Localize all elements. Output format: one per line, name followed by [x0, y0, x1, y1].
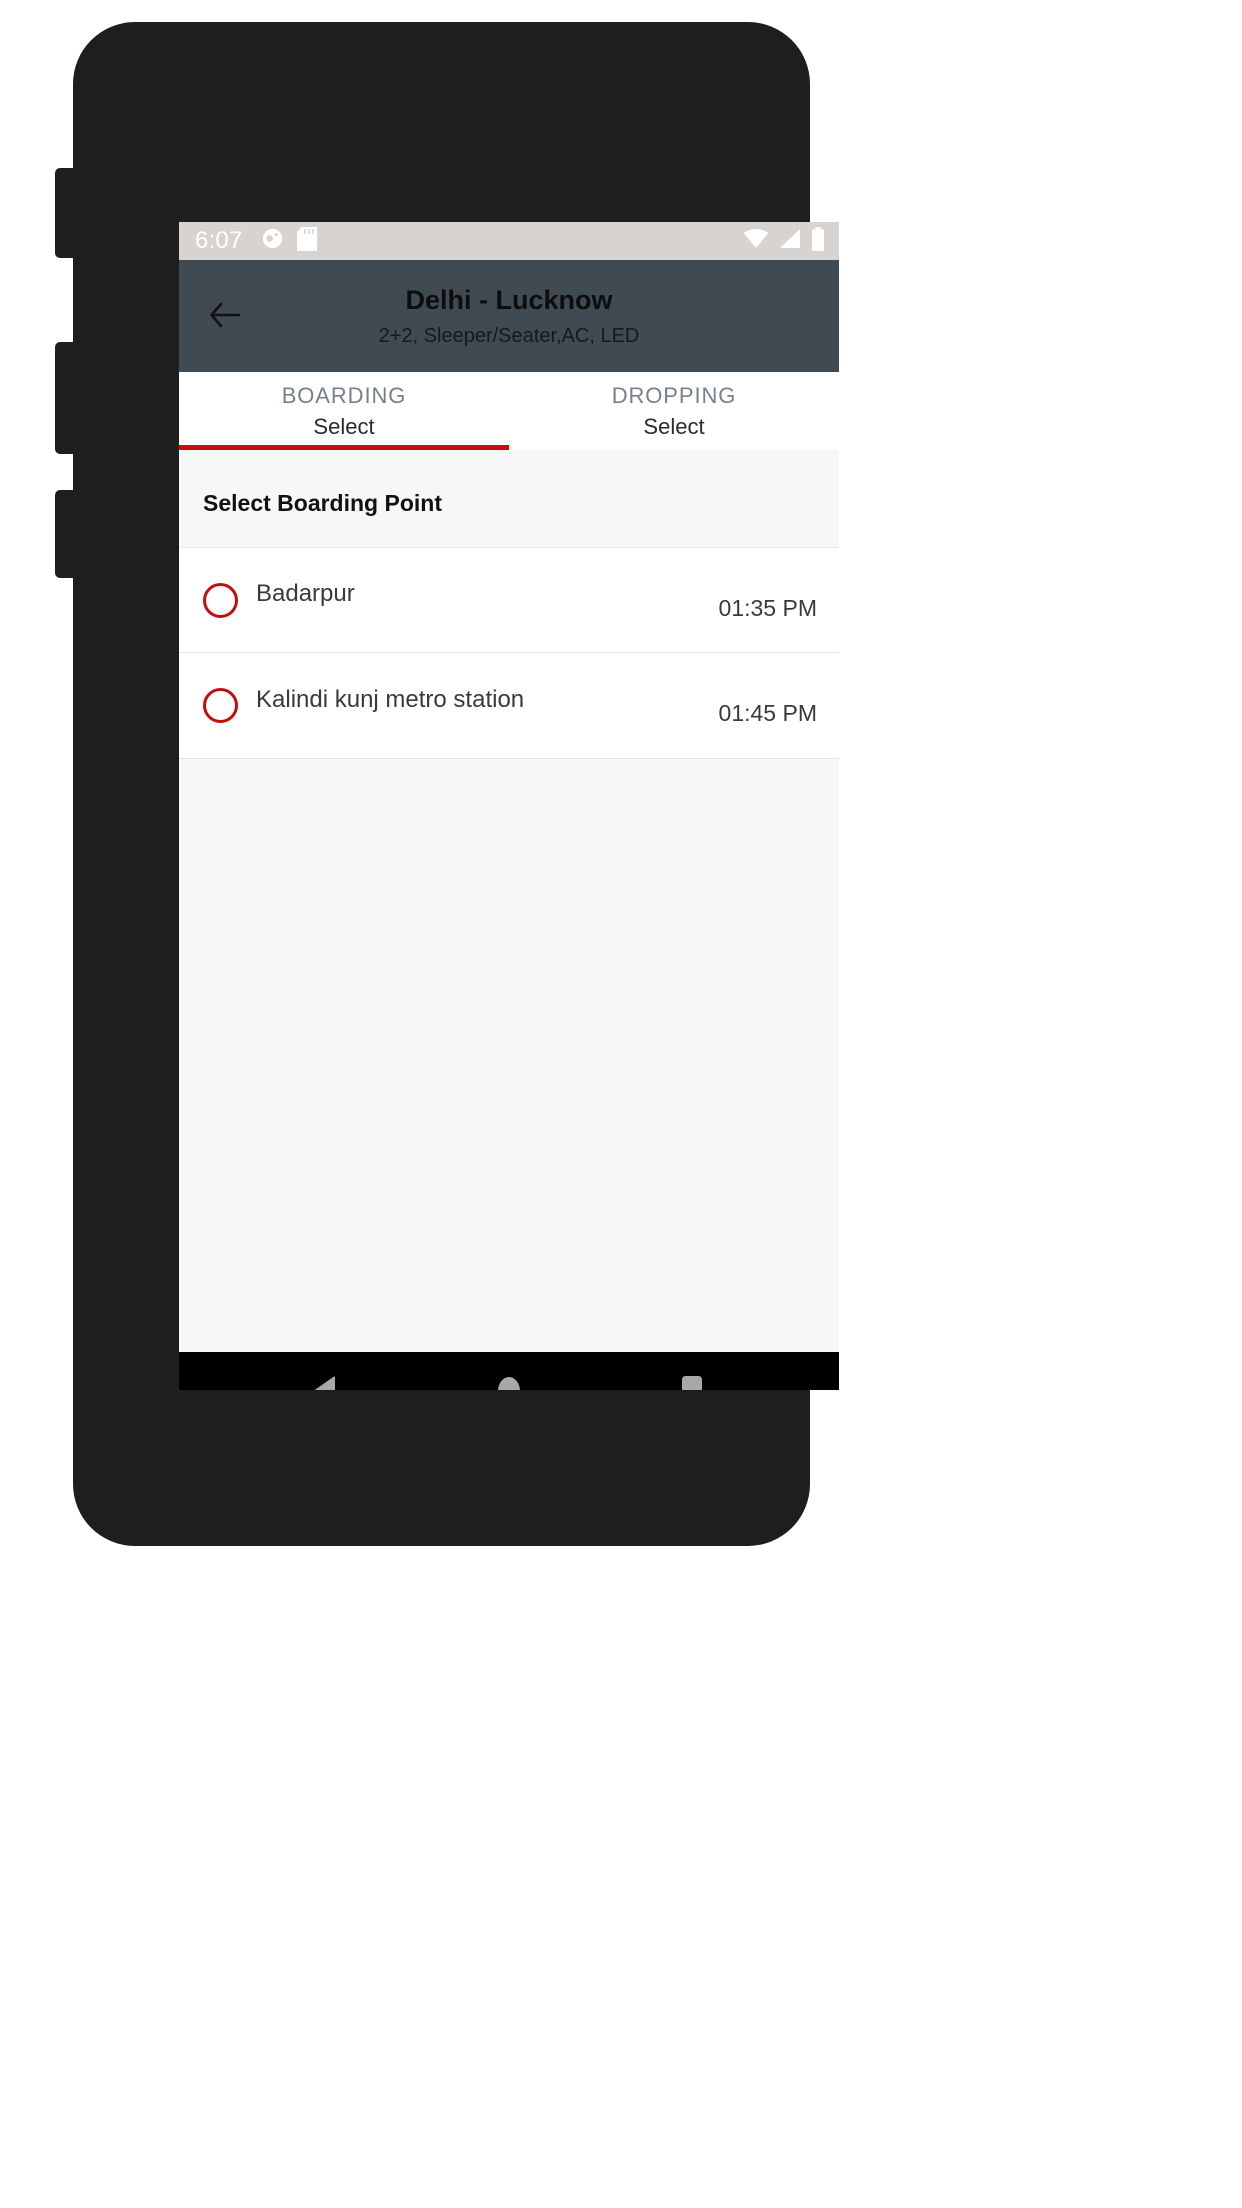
back-arrow-icon [210, 302, 241, 328]
tab-dropping-value: Select [643, 414, 705, 439]
tab-dropping-title: DROPPING [611, 382, 737, 408]
boarding-point-name: Kalindi kunj metro station [256, 685, 525, 713]
nav-recents-button[interactable] [657, 1356, 727, 1390]
status-clock: 6:07 [195, 227, 243, 254]
battery-icon [811, 226, 825, 256]
phone-device-frame: 6:07 Delhi - Lucknow 2+2, Sleeper/Seater… [55, 22, 839, 1546]
phone-screen: 6:07 Delhi - Lucknow 2+2, Sleeper/Seater… [179, 222, 839, 1390]
section-title: Select Boarding Point [203, 490, 442, 516]
boarding-point-time: 01:35 PM [718, 594, 817, 621]
app-bar: Delhi - Lucknow 2+2, Sleeper/Seater,AC, … [179, 260, 839, 372]
do-not-disturb-icon [261, 227, 284, 255]
nav-home-button[interactable] [474, 1356, 544, 1390]
tab-boarding-title: BOARDING [281, 382, 407, 408]
boarding-point-row[interactable]: Badarpur 01:35 PM [179, 547, 839, 653]
content-area: Select Boarding Point Badarpur 01:35 PM … [179, 450, 839, 1352]
wifi-icon [743, 228, 769, 254]
signal-icon [778, 228, 802, 254]
tab-bar: BOARDING Select DROPPING Select [179, 372, 839, 450]
volume-up-button[interactable] [55, 168, 75, 258]
home-circle-icon [498, 1377, 520, 1390]
status-right-icons [743, 226, 825, 256]
sd-card-icon [296, 226, 317, 256]
side-button-left[interactable] [55, 490, 75, 578]
boarding-point-name: Badarpur [256, 580, 355, 607]
recents-square-icon [681, 1376, 702, 1390]
boarding-point-time: 01:45 PM [718, 700, 817, 726]
back-button[interactable] [201, 292, 249, 340]
tab-dropping[interactable]: DROPPING Select [509, 372, 839, 450]
android-navigation-bar [179, 1352, 839, 1390]
volume-down-button[interactable] [55, 342, 75, 454]
radio-button-icon[interactable] [203, 582, 238, 618]
page-subtitle: 2+2, Sleeper/Seater,AC, LED [378, 324, 640, 347]
radio-button-icon[interactable] [203, 688, 238, 723]
tab-boarding-value: Select [313, 414, 375, 439]
status-left-icons [261, 226, 317, 256]
app-bar-titles: Delhi - Lucknow 2+2, Sleeper/Seater,AC, … [179, 284, 839, 347]
back-triangle-icon [315, 1376, 336, 1390]
tab-boarding[interactable]: BOARDING Select [179, 372, 509, 450]
status-bar: 6:07 [179, 222, 839, 260]
boarding-point-row[interactable]: Kalindi kunj metro station 01:45 PM [179, 653, 839, 759]
page-title: Delhi - Lucknow [405, 285, 613, 316]
nav-back-button[interactable] [291, 1356, 361, 1390]
